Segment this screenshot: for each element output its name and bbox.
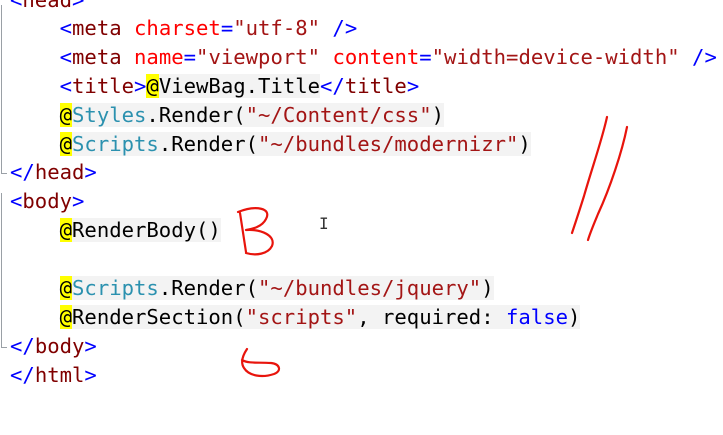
code-line[interactable]: <head>	[10, 0, 84, 15]
body-collapse-guide	[1, 193, 2, 347]
tag-name: body	[22, 189, 73, 213]
tag-bracket: >	[84, 160, 97, 184]
i-beam-cursor-icon: I	[319, 214, 329, 233]
razor-code: )	[518, 132, 531, 156]
razor-at-symbol: @	[59, 103, 73, 127]
tag-name: head	[34, 160, 85, 184]
razor-code: , required:	[357, 305, 506, 329]
body-collapse-guide-end	[1, 347, 7, 348]
razor-code: .Render(	[146, 103, 246, 127]
tag-bracket: </	[320, 74, 345, 98]
tag-name: title	[344, 74, 407, 98]
attribute-name: content	[332, 45, 420, 69]
razor-string-literal: "~/Content/css"	[245, 103, 432, 127]
tag-name: html	[34, 363, 85, 387]
tag-name: meta	[72, 45, 122, 69]
razor-string-literal: "scripts"	[245, 305, 358, 329]
tag-bracket: </	[10, 334, 35, 358]
razor-code: ViewBag.Title	[158, 74, 321, 98]
tag-bracket: <	[10, 189, 23, 213]
code-line[interactable]: </body>	[10, 332, 97, 361]
tag-bracket: >	[406, 74, 420, 98]
tag-bracket: <	[10, 0, 23, 12]
tag-bracket: />	[679, 45, 717, 69]
equals-sign: =	[419, 45, 432, 69]
code-line[interactable]: @Scripts.Render("~/bundles/modernizr")	[10, 130, 531, 159]
razor-string-literal: "~/bundles/jquery"	[258, 276, 482, 300]
razor-type-name: Styles	[72, 103, 147, 127]
razor-code: )	[431, 103, 445, 127]
ink-short-stroke	[586, 125, 629, 242]
razor-string-literal: "~/bundles/modernizr"	[258, 132, 519, 156]
string-literal: "utf-8"	[233, 16, 321, 40]
code-line[interactable]: @Styles.Render("~/Content/css")	[10, 101, 445, 130]
code-line[interactable]: <meta charset="utf-8" />	[10, 14, 358, 43]
ink-b-glyph	[236, 207, 274, 256]
razor-code: RenderBody()	[72, 218, 221, 242]
attribute-name: charset	[134, 16, 221, 40]
ink-s-glyph	[240, 347, 281, 378]
tag-bracket: <	[59, 74, 73, 98]
tag-bracket: </	[10, 160, 35, 184]
code-line[interactable]: @RenderSection("scripts", required: fals…	[10, 303, 581, 332]
razor-code: )	[481, 276, 494, 300]
code-line[interactable]: <title>@ViewBag.Title</title>	[10, 72, 419, 101]
tag-bracket: />	[320, 16, 358, 40]
code-editor[interactable]: <head> <meta charset="utf-8" /> <meta na…	[0, 0, 723, 435]
razor-keyword: false	[506, 305, 568, 329]
razor-at-symbol: @	[146, 74, 159, 98]
equals-sign: =	[220, 16, 234, 40]
code-line[interactable]: </html>	[10, 361, 97, 390]
string-literal: "viewport"	[196, 45, 321, 69]
head-collapse-guide	[1, 5, 2, 173]
tag-bracket: </	[10, 363, 35, 387]
tag-name: meta	[72, 16, 122, 40]
razor-at-symbol: @	[59, 276, 73, 300]
razor-code: .Render(	[158, 276, 259, 300]
tag-bracket: >	[84, 363, 97, 387]
code-line[interactable]: </head>	[10, 158, 97, 187]
tag-bracket: >	[134, 74, 147, 98]
tag-bracket: <	[59, 16, 73, 40]
razor-at-symbol: @	[59, 305, 73, 329]
razor-code: )	[568, 305, 581, 329]
code-line[interactable]: @RenderBody()	[10, 216, 221, 245]
code-line[interactable]: @Scripts.Render("~/bundles/jquery")	[10, 274, 494, 303]
tag-name: title	[72, 74, 135, 98]
string-literal: "width=device-width"	[431, 45, 680, 69]
code-line[interactable]: <body>	[10, 187, 84, 216]
tag-bracket: >	[72, 189, 85, 213]
equals-sign: =	[183, 45, 197, 69]
razor-code: RenderSection(	[72, 305, 246, 329]
tag-bracket: >	[72, 0, 85, 12]
razor-at-symbol: @	[59, 132, 73, 156]
attribute-name: name	[134, 45, 184, 69]
tag-name: body	[34, 334, 85, 358]
code-line[interactable]: <meta name="viewport" content="width=dev…	[10, 43, 717, 72]
tag-bracket: <	[59, 45, 73, 69]
razor-type-name: Scripts	[72, 132, 159, 156]
razor-at-symbol: @	[59, 218, 73, 242]
tag-bracket: >	[84, 334, 97, 358]
razor-code: .Render(	[158, 132, 259, 156]
ink-long-stroke	[570, 115, 609, 235]
head-collapse-guide-end	[1, 173, 7, 174]
razor-type-name: Scripts	[72, 276, 159, 300]
tag-name: head	[22, 0, 73, 12]
